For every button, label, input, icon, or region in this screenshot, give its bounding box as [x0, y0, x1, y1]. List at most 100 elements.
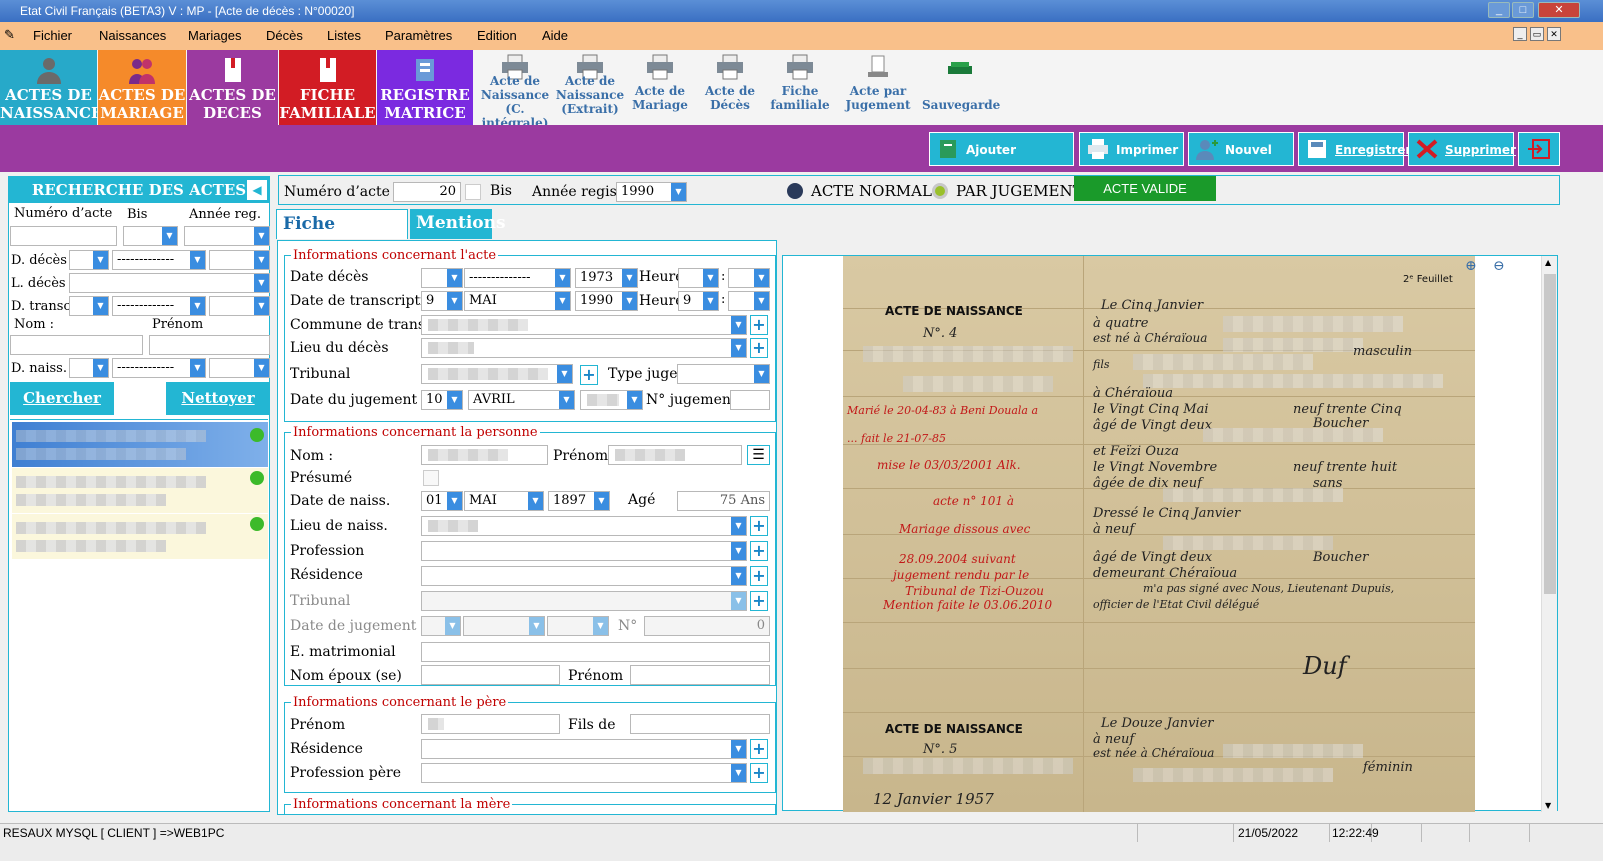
acte-normal-radio[interactable]: [787, 183, 803, 199]
transc-hour-select[interactable]: 9 ▼: [678, 291, 719, 311]
add-tribunal-button[interactable]: +: [580, 365, 598, 385]
birth-month-select[interactable]: ------------- ▼: [112, 358, 206, 378]
death-date-month-select[interactable]: ------------- ▼: [112, 250, 206, 270]
transc-year-select[interactable]: 1990 ▼: [575, 291, 638, 311]
tab-mentions[interactable]: Mentions: [410, 209, 506, 239]
naiss-month-select[interactable]: MAI ▼: [464, 491, 544, 511]
transc-minute-select[interactable]: ▼: [728, 291, 770, 311]
add-lieu-naiss-button[interactable]: +: [750, 516, 768, 536]
prenom-epoux-input[interactable]: [630, 665, 770, 685]
tile-actes-mariage[interactable]: ACTES DE MARIAGE: [98, 50, 186, 125]
document-scrollbar[interactable]: ▲ ▼: [1541, 256, 1557, 812]
tile-fiche-familiale[interactable]: FICHE FAMILIALE: [279, 50, 376, 125]
menu-naissances[interactable]: Naissances: [99, 28, 166, 43]
mdi-restore-button[interactable]: ▭: [1530, 27, 1544, 41]
collapse-panel-icon[interactable]: ◀: [247, 180, 267, 200]
list-item[interactable]: [12, 468, 268, 513]
act-num-input[interactable]: 20: [393, 182, 461, 202]
list-menu-icon[interactable]: ☰: [747, 445, 770, 465]
new-act-button[interactable]: Nouvel Acte: [1188, 132, 1294, 191]
nom-input[interactable]: [421, 445, 548, 465]
transc-month-select[interactable]: MAI ▼: [464, 291, 571, 311]
death-place-select[interactable]: ▼: [69, 273, 270, 293]
lieu-deces-select[interactable]: ▼: [421, 338, 747, 358]
menu-deces[interactable]: Décès: [266, 28, 303, 43]
print-fiche-familiale-button[interactable]: Fiche familiale: [768, 50, 832, 125]
matrimonial-input[interactable]: [421, 642, 770, 662]
death-date-year-select[interactable]: ▼: [209, 250, 270, 270]
deces-month-select[interactable]: -------------- ▼: [464, 268, 571, 288]
num-input[interactable]: [10, 226, 117, 246]
exit-button[interactable]: [1518, 132, 1560, 166]
deces-day-select[interactable]: ▼: [421, 268, 463, 288]
add-lieu-button[interactable]: +: [750, 338, 768, 358]
deces-year-select[interactable]: 1973 ▼: [575, 268, 638, 288]
bis-checkbox[interactable]: [465, 184, 481, 200]
birth-year-select[interactable]: ▼: [209, 358, 270, 378]
menu-parametres[interactable]: Paramètres: [385, 28, 452, 43]
profession-select[interactable]: ▼: [421, 541, 747, 561]
jugement-day-select[interactable]: 10 ▼: [421, 390, 463, 410]
add-pere-profession-button[interactable]: +: [750, 763, 768, 783]
no-input[interactable]: 0: [644, 616, 770, 636]
firstname-input[interactable]: [149, 335, 270, 355]
death-date-day-select[interactable]: ▼: [69, 250, 109, 270]
list-item[interactable]: [12, 514, 268, 559]
commune-select[interactable]: ▼: [421, 315, 747, 335]
lieu-naiss-select[interactable]: ▼: [421, 516, 747, 536]
birth-day-select[interactable]: ▼: [69, 358, 109, 378]
menu-mariages[interactable]: Mariages: [188, 28, 241, 43]
num-jugement-input[interactable]: [730, 390, 770, 410]
menu-edition[interactable]: Edition: [477, 28, 517, 43]
delete-button[interactable]: Supprimer: [1408, 132, 1516, 166]
fils-de-input[interactable]: [630, 714, 770, 734]
add-commune-button[interactable]: +: [750, 315, 768, 335]
menu-aide[interactable]: Aide: [542, 28, 568, 43]
acte-par-jugement-button[interactable]: Acte par Jugement: [838, 50, 918, 125]
pere-residence-select[interactable]: ▼: [421, 739, 747, 759]
tile-actes-deces[interactable]: ACTES DE DECES: [187, 50, 278, 125]
jugement-month-select[interactable]: AVRIL ▼: [468, 390, 575, 410]
tribunal-personne-select[interactable]: ▼: [421, 591, 747, 611]
menu-fichier[interactable]: Fichier: [33, 28, 72, 43]
pere-prenom-input[interactable]: [421, 714, 560, 734]
print-acte-mariage-button[interactable]: Acte de Mariage: [628, 50, 692, 125]
transc-day-select[interactable]: 9 ▼: [421, 291, 463, 311]
add-tribunal-personne-button[interactable]: +: [750, 591, 768, 611]
bis-select[interactable]: ▼: [123, 226, 178, 246]
scrollbar-thumb[interactable]: [1544, 274, 1556, 594]
jug-p-day-select[interactable]: ▼: [421, 616, 461, 636]
scroll-down-icon[interactable]: ▼: [1545, 801, 1551, 810]
add-document-button[interactable]: Ajouter document: [929, 132, 1074, 191]
tribunal-select[interactable]: ▼: [421, 364, 573, 384]
print-acte-naissance-integrale-button[interactable]: Acte de Naissance (C. intégrale): [478, 50, 552, 130]
search-button[interactable]: Chercher: [10, 382, 114, 415]
par-jugement-radio[interactable]: [932, 183, 948, 199]
save-button[interactable]: Enregistrer: [1298, 132, 1411, 166]
print-acte-naissance-extrait-button[interactable]: Acte de Naissance (Extrait): [554, 50, 626, 125]
residence-select[interactable]: ▼: [421, 566, 747, 586]
add-profession-button[interactable]: +: [750, 541, 768, 561]
transc-month-select[interactable]: ------------- ▼: [112, 296, 206, 316]
scroll-up-icon[interactable]: ▲: [1545, 258, 1551, 267]
deces-hour-select[interactable]: ▼: [678, 268, 719, 288]
nom-epoux-input[interactable]: [421, 665, 560, 685]
print-acte-deces-button[interactable]: Acte de Décès: [698, 50, 762, 125]
type-juge-select[interactable]: ▼: [677, 364, 770, 384]
naiss-day-select[interactable]: 01 ▼: [421, 491, 463, 511]
prenom-input[interactable]: [608, 445, 742, 465]
clear-button[interactable]: Nettoyer: [166, 382, 270, 415]
name-input[interactable]: [10, 335, 143, 355]
zoom-out-icon[interactable]: ⊖: [1493, 258, 1505, 274]
add-residence-button[interactable]: +: [750, 566, 768, 586]
deces-minute-select[interactable]: ▼: [728, 268, 770, 288]
list-item[interactable]: [12, 422, 268, 467]
maximize-button[interactable]: □: [1512, 2, 1534, 18]
mdi-minimize-button[interactable]: _: [1513, 27, 1527, 41]
tile-actes-naissance[interactable]: ACTES DE NAISSANCE: [0, 50, 102, 125]
transc-year-select[interactable]: ▼: [209, 296, 270, 316]
jug-p-year-select[interactable]: ▼: [547, 616, 609, 636]
menu-listes[interactable]: Listes: [327, 28, 361, 43]
close-button[interactable]: ✕: [1538, 2, 1580, 18]
mdi-close-button[interactable]: ✕: [1547, 27, 1561, 41]
